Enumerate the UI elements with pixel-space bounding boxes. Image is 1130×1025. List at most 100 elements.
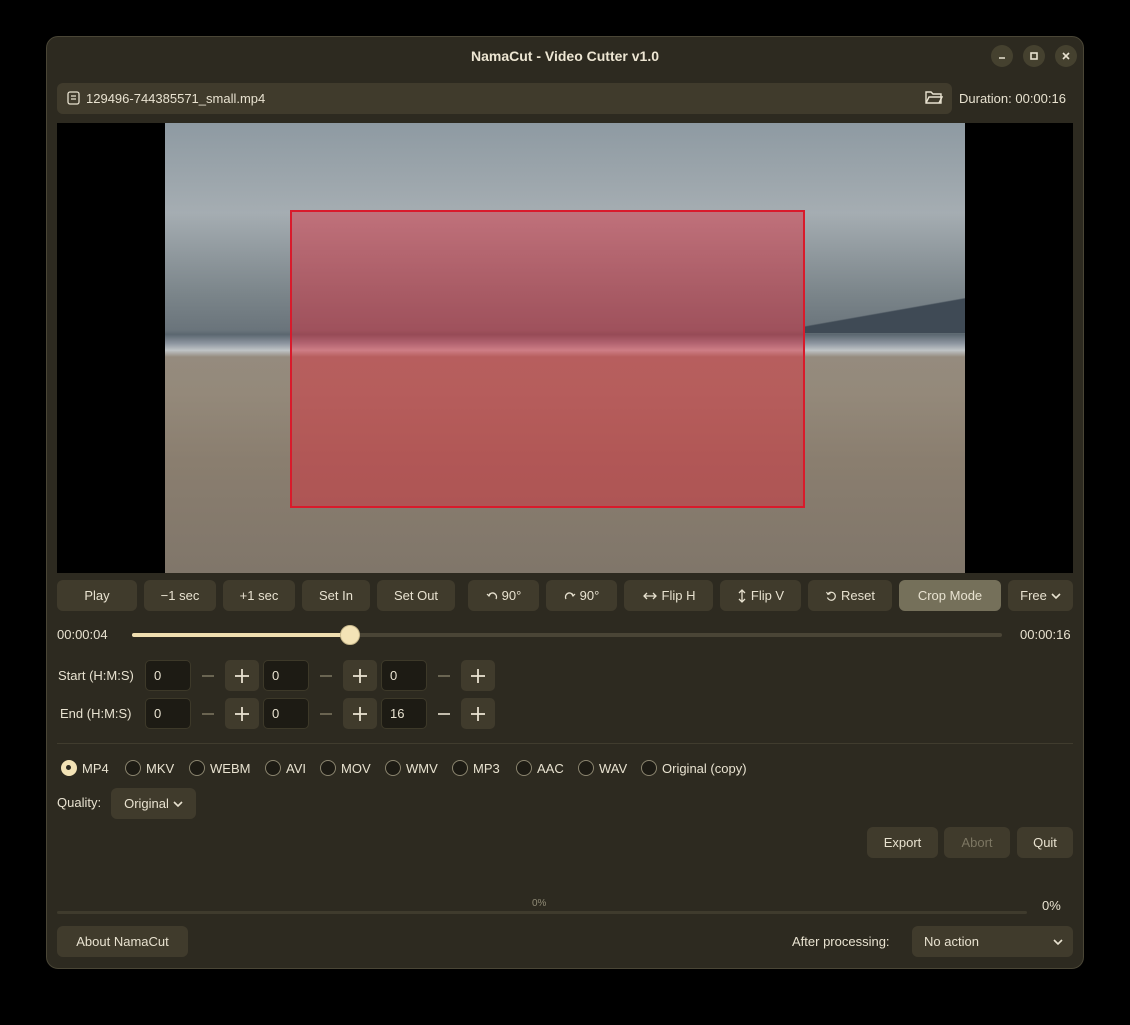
about-button[interactable]: About NamaCut [57,926,188,957]
format-radio-mp4[interactable]: MP4 [61,760,109,776]
radio-indicator [385,760,401,776]
open-folder-icon[interactable] [925,89,943,105]
minimize-button[interactable] [991,45,1013,67]
title-bar[interactable]: NamaCut - Video Cutter v1.0 [47,37,1083,75]
end-seconds-decrement[interactable] [427,698,461,729]
chevron-down-icon [1053,939,1063,946]
quality-dropdown[interactable]: Original [111,788,196,819]
abort-label: Abort [961,835,993,850]
format-label-original: Original (copy) [662,760,747,776]
flip-v-button[interactable]: Flip V [720,580,801,611]
quit-label: Quit [1033,835,1057,850]
minus-one-sec-button[interactable]: −1 sec [144,580,216,611]
after-processing-value: No action [924,934,979,949]
format-label-mkv: MKV [146,760,175,776]
set-in-button[interactable]: Set In [302,580,370,611]
minus-icon [320,674,332,677]
export-button[interactable]: Export [867,827,938,858]
progress-bar [57,911,1027,914]
start-seconds-decrement[interactable] [427,660,461,691]
start-hours-decrement[interactable] [191,660,225,691]
format-radio-original[interactable]: Original (copy) [641,760,747,776]
flip-h-label: Flip H [661,588,696,603]
quit-button[interactable]: Quit [1017,827,1073,858]
start-seconds-increment[interactable] [461,660,495,691]
quality-label: Quality: [57,795,102,810]
radio-indicator [578,760,594,776]
aspect-ratio-value: Free [1020,588,1047,603]
set-out-label: Set Out [393,588,439,603]
close-icon [1062,52,1070,60]
minus-icon [202,674,214,677]
end-minutes-input[interactable]: 0 [263,698,309,729]
timeline-slider-fill [132,633,350,637]
timeline-slider-handle[interactable] [339,625,360,645]
radio-indicator [641,760,657,776]
end-hours-input[interactable]: 0 [145,698,191,729]
reset-label: Reset [841,588,875,603]
flip-vertical-icon [738,588,746,603]
end-hours-decrement[interactable] [191,698,225,729]
after-processing-dropdown[interactable]: No action [912,926,1073,957]
radio-indicator [125,760,141,776]
end-hours-increment[interactable] [225,698,259,729]
format-radio-mov[interactable]: MOV [320,760,371,776]
radio-indicator [189,760,205,776]
rotate-left-label: 90° [501,588,522,603]
reset-button[interactable]: Reset [808,580,892,611]
end-seconds-input[interactable]: 16 [381,698,427,729]
flip-horizontal-icon [642,592,657,599]
set-in-label: Set In [319,588,353,603]
aspect-ratio-dropdown[interactable]: Free [1008,580,1073,611]
window-title: NamaCut - Video Cutter v1.0 [470,48,659,64]
play-button[interactable]: Play [57,580,137,611]
total-time: 00:00:16 [1020,627,1071,642]
format-radio-wmv[interactable]: WMV [385,760,438,776]
maximize-button[interactable] [1023,45,1045,67]
crop-mode-label: Crop Mode [917,588,983,603]
end-minutes-increment[interactable] [343,698,377,729]
format-radio-wav[interactable]: WAV [578,760,627,776]
start-hours-increment[interactable] [225,660,259,691]
format-radio-avi[interactable]: AVI [265,760,306,776]
start-seconds-input[interactable]: 0 [381,660,427,691]
format-label-wav: WAV [599,760,628,776]
abort-button[interactable]: Abort [944,827,1010,858]
video-mountain [805,293,965,333]
radio-indicator [320,760,336,776]
file-icon [67,91,80,105]
format-radio-mp3[interactable]: MP3 [452,760,500,776]
format-label-webm: WEBM [210,760,251,776]
video-preview[interactable] [57,123,1073,573]
format-label-aac: AAC [537,760,564,776]
rotate-left-button[interactable]: 90° [468,580,539,611]
rotate-left-icon [486,591,497,599]
format-radio-aac[interactable]: AAC [516,760,564,776]
plus-icon [471,706,485,721]
flip-h-button[interactable]: Flip H [624,580,713,611]
minus-icon [202,712,214,715]
end-label: End (H:M:S) [60,706,132,721]
format-radio-webm[interactable]: WEBM [189,760,250,776]
end-seconds-increment[interactable] [461,698,495,729]
format-radio-mkv[interactable]: MKV [125,760,174,776]
plus-one-sec-button[interactable]: +1 sec [223,580,295,611]
end-minutes-decrement[interactable] [309,698,343,729]
crop-mode-button[interactable]: Crop Mode [899,580,1001,611]
timeline-slider[interactable] [132,625,1002,645]
set-out-button[interactable]: Set Out [377,580,455,611]
radio-indicator [452,760,468,776]
rotate-right-button[interactable]: 90° [546,580,617,611]
rotate-right-label: 90° [579,588,600,603]
close-button[interactable] [1055,45,1077,67]
start-hours-input[interactable]: 0 [145,660,191,691]
section-divider [57,743,1073,744]
start-minutes-increment[interactable] [343,660,377,691]
chevron-down-icon [173,800,183,807]
start-minutes-decrement[interactable] [309,660,343,691]
plus-icon [471,668,485,683]
crop-selection[interactable] [290,210,805,508]
start-minutes-input[interactable]: 0 [263,660,309,691]
rotate-right-icon [564,591,576,599]
chevron-down-icon [1051,592,1061,599]
